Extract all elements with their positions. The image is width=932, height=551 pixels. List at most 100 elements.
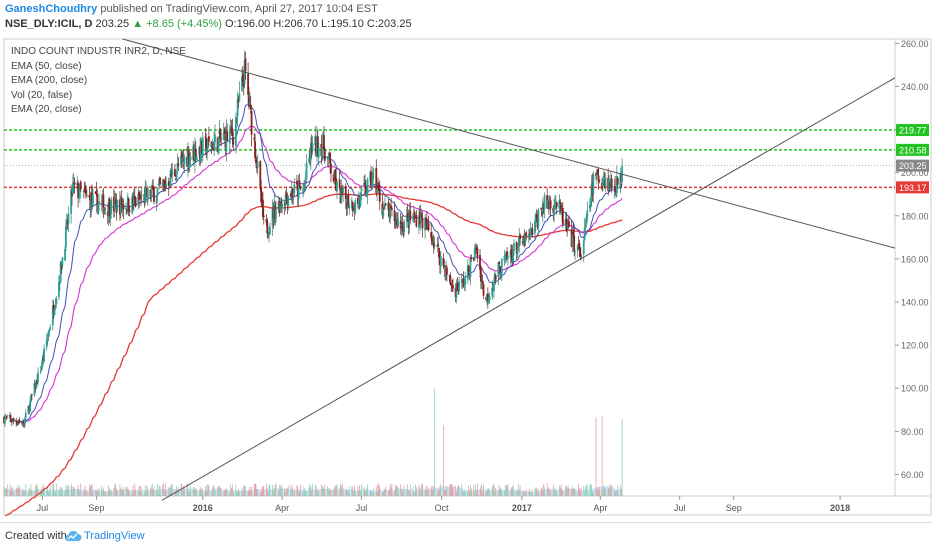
candle-body: [330, 163, 332, 174]
candle-body: [519, 234, 522, 239]
candle-body: [244, 58, 247, 72]
time-tick-label: Jul: [674, 503, 686, 513]
candle-body: [493, 281, 495, 291]
candle-body: [311, 143, 314, 152]
candle-body: [421, 218, 424, 229]
candle-body: [344, 186, 347, 199]
time-tick-label: Jul: [37, 503, 49, 513]
candle-body: [220, 138, 222, 140]
candle-body: [61, 257, 64, 267]
candle-body: [281, 204, 284, 209]
candle-body: [580, 255, 583, 257]
symbol-info: NSE_DLY:ICIL, D 203.25 ▲ +8.65 (+4.45%) …: [5, 18, 412, 32]
candle-body: [464, 277, 467, 285]
candle-body: [323, 149, 326, 161]
price-change: ▲ +8.65 (+4.45%): [132, 18, 222, 30]
candle-body: [98, 201, 100, 205]
time-tick-label: Sep: [88, 503, 104, 513]
published-text: published on TradingView.com, April 27, …: [100, 3, 378, 15]
candle-body: [592, 174, 595, 195]
price-tick-label: 100.00: [901, 384, 929, 394]
author-link[interactable]: GaneshChoudhry: [5, 3, 97, 15]
candle-body: [360, 188, 363, 191]
candle-body: [507, 256, 509, 259]
candle-body: [92, 194, 94, 205]
legend-ema50[interactable]: EMA (50, close): [11, 60, 186, 75]
candle-body: [12, 418, 15, 421]
level-label: 193.17: [899, 183, 927, 193]
candle-body: [128, 210, 131, 212]
candle-body: [458, 282, 460, 291]
candle-body: [214, 134, 216, 143]
candle-body: [348, 206, 351, 209]
candle-body: [403, 221, 406, 233]
legend-ema200[interactable]: EMA (200, close): [11, 74, 186, 89]
candle-body: [366, 179, 369, 195]
candle-body: [582, 240, 585, 255]
candle-body: [177, 163, 180, 167]
candle-body: [372, 170, 375, 172]
candle-body: [104, 208, 107, 210]
candle-body: [561, 207, 564, 225]
candle-body: [616, 178, 619, 185]
created-with-label: Created with: [5, 530, 67, 542]
candle-body: [470, 257, 473, 259]
candle-body: [269, 226, 271, 235]
footer-bar: Created with TradingView: [0, 522, 932, 551]
candle-body: [476, 248, 479, 258]
price-tick-label: 60.00: [901, 470, 924, 480]
candle-body: [574, 251, 576, 253]
legend-ema20[interactable]: EMA (20, close): [11, 103, 186, 118]
time-tick-label: Oct: [435, 503, 450, 513]
candle-body: [146, 188, 149, 200]
legend-symbol[interactable]: INDO COUNT INDUSTR INR2, D, NSE: [11, 45, 186, 60]
candle-body: [67, 213, 70, 224]
candle-body: [262, 215, 265, 217]
candle-body: [498, 261, 501, 264]
indicator-legend: INDO COUNT INDUSTR INR2, D, NSE EMA (50,…: [11, 45, 186, 118]
candle-body: [48, 330, 51, 332]
candle-body: [43, 348, 46, 362]
candle-body: [293, 184, 296, 193]
candle-body: [378, 190, 381, 202]
candle-body: [354, 200, 357, 213]
candle-body: [543, 195, 546, 210]
candle-body: [195, 155, 198, 161]
candle-body: [604, 177, 607, 187]
candle-body: [266, 220, 269, 234]
candle-body: [183, 157, 186, 165]
candle-body: [189, 156, 192, 160]
candle-body: [482, 284, 485, 296]
candle-body: [49, 327, 52, 330]
candle-body: [336, 182, 338, 192]
candle-body: [153, 187, 155, 202]
time-tick-label: 2017: [512, 503, 532, 513]
candle-body: [122, 204, 125, 210]
level-label: 219.77: [899, 126, 927, 136]
candle-body: [298, 180, 301, 187]
candle-body: [488, 296, 491, 301]
time-tick-label: Sep: [726, 503, 742, 513]
candle-body: [238, 93, 241, 102]
candle-body: [134, 197, 137, 207]
time-tick-label: Apr: [275, 503, 289, 513]
candle-body: [598, 180, 601, 182]
price-tick-label: 80.00: [901, 427, 924, 437]
time-tick-label: Jul: [356, 503, 368, 513]
candle-body: [30, 394, 33, 396]
candle-body: [391, 208, 393, 210]
legend-volume[interactable]: Vol (20, false): [11, 89, 186, 104]
candle-body: [452, 285, 454, 289]
price-tick-label: 260.00: [901, 39, 929, 49]
candle-body: [110, 199, 113, 215]
candle-body: [382, 208, 385, 217]
tradingview-link[interactable]: TradingView: [84, 530, 145, 542]
candle-body: [275, 209, 277, 218]
candle-body: [207, 136, 210, 142]
candle-body: [439, 255, 442, 267]
time-tick-label: 2018: [830, 503, 850, 513]
candle-body: [85, 195, 88, 196]
candle-body: [175, 172, 178, 179]
candle-body: [317, 147, 320, 158]
candle-body: [500, 259, 503, 275]
